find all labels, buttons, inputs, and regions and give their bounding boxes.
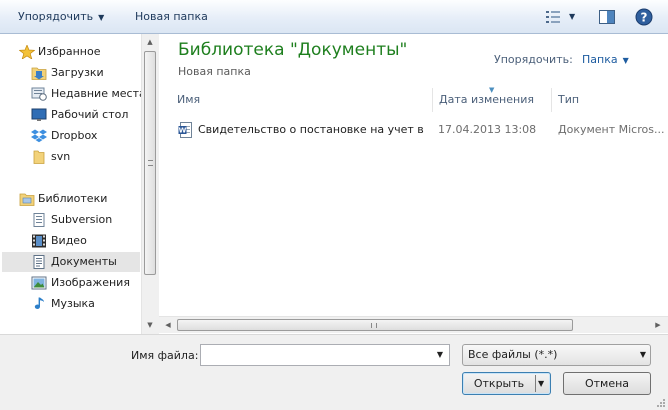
sort-indicator-icon: ▼	[489, 86, 495, 94]
pictures-library-icon	[31, 276, 47, 290]
nav-item-label: Видео	[51, 234, 87, 247]
word-document-icon: W	[178, 122, 192, 138]
arrange-by-dropdown[interactable]: Папка ▼	[582, 53, 629, 66]
nav-libraries-label: Библиотеки	[38, 192, 108, 205]
view-options-icon[interactable]	[544, 8, 562, 26]
library-title: Библиотека "Документы"	[178, 40, 408, 60]
nav-item-video[interactable]: Видео	[0, 231, 140, 251]
library-subtitle: Новая папка	[178, 65, 251, 78]
nav-item-desktop[interactable]: Рабочий стол	[0, 105, 140, 125]
nav-item-label: Музыка	[51, 297, 95, 310]
resize-grip-icon[interactable]	[656, 398, 666, 408]
new-folder-button[interactable]: Новая папка	[135, 8, 208, 26]
libraries-folder-icon	[19, 193, 35, 206]
nav-item-label: Загрузки	[51, 66, 104, 79]
arrange-by-label: Упорядочить:	[494, 53, 573, 66]
open-button-label: Открыть	[473, 377, 525, 390]
nav-item-label: Subversion	[51, 213, 113, 226]
help-icon[interactable]: ?	[635, 8, 653, 26]
hscroll-thumb[interactable]	[177, 319, 573, 331]
desktop-icon	[31, 108, 47, 121]
video-library-icon	[32, 234, 46, 248]
cancel-button[interactable]: Отмена	[563, 372, 651, 395]
nav-item-subversion[interactable]: Subversion	[0, 210, 140, 230]
nav-item-label: Изображения	[51, 276, 130, 289]
organize-label: Упорядочить	[18, 10, 94, 23]
chevron-down-icon: ▼	[622, 56, 629, 65]
column-header-name[interactable]: Имя	[177, 88, 431, 112]
scroll-right-icon[interactable]: ▶	[650, 317, 666, 333]
filename-label: Имя файла:	[131, 349, 199, 362]
file-row[interactable]: W Свидетельство о постановке на учет в .…	[176, 120, 666, 140]
file-type-filter-value: Все файлы (*.*)	[468, 348, 558, 361]
nav-item-recent-places[interactable]: Недавние места	[0, 84, 146, 104]
column-header-row: Имя Дата изменения Тип ▼	[159, 86, 668, 112]
chevron-down-icon: ▼	[639, 350, 646, 359]
dropbox-icon	[31, 129, 47, 143]
filename-dropdown-icon[interactable]: ▼	[431, 345, 449, 365]
filename-combobox[interactable]: ▼	[200, 344, 450, 366]
nav-item-pictures[interactable]: Изображения	[0, 273, 140, 293]
documents-library-icon	[33, 255, 45, 269]
nav-item-label: Недавние места	[51, 87, 146, 100]
chevron-down-icon: ▼	[98, 13, 105, 22]
file-list-hscrollbar[interactable]: ◀ ▶	[159, 316, 668, 333]
open-options-dropdown-icon[interactable]: ▼	[538, 373, 544, 394]
filename-input[interactable]	[201, 345, 427, 365]
svg-text:?: ?	[641, 11, 648, 25]
scroll-left-icon[interactable]: ◀	[160, 317, 176, 333]
star-icon	[19, 45, 35, 59]
preview-pane-icon[interactable]	[598, 8, 616, 26]
dialog-footer: Имя файла: ▼ Все файлы (*.*) ▼ Открыть ▼…	[0, 334, 668, 410]
file-type-filter[interactable]: Все файлы (*.*) ▼	[462, 344, 651, 366]
music-library-icon	[34, 297, 44, 309]
scroll-down-icon[interactable]: ▼	[142, 317, 158, 333]
nav-libraries[interactable]: Библиотеки	[0, 189, 140, 209]
grip-icon	[371, 323, 377, 328]
nav-item-label: Документы	[51, 255, 117, 268]
file-name: Свидетельство о постановке на учет в ...	[198, 123, 424, 136]
nav-item-label: Dropbox	[51, 129, 98, 142]
svg-text:W: W	[179, 127, 187, 135]
nav-scroll-thumb[interactable]	[144, 51, 156, 275]
navigation-pane: Избранное Загрузки Недавние места Рабочи…	[0, 34, 158, 334]
organize-button[interactable]: Упорядочить ▼	[18, 8, 104, 26]
nav-item-music[interactable]: Музыка	[0, 294, 140, 314]
nav-item-documents[interactable]: Документы	[2, 252, 140, 272]
split-divider	[535, 375, 536, 392]
nav-item-dropbox[interactable]: Dropbox	[0, 126, 140, 146]
nav-item-label: Рабочий стол	[51, 108, 129, 121]
nav-item-label: svn	[51, 150, 71, 163]
nav-item-svn[interactable]: svn	[0, 147, 140, 167]
downloads-folder-icon	[31, 67, 47, 80]
open-button[interactable]: Открыть ▼	[462, 372, 551, 395]
arrange-by-value: Папка	[582, 53, 618, 66]
file-date: 17.04.2013 13:08	[438, 123, 537, 136]
nav-favorites[interactable]: Избранное	[0, 42, 140, 62]
recent-places-icon	[31, 87, 47, 101]
scroll-up-icon[interactable]: ▲	[142, 34, 158, 50]
document-library-icon	[33, 213, 45, 227]
column-header-type[interactable]: Тип	[551, 88, 668, 112]
nav-favorites-label: Избранное	[38, 45, 101, 58]
view-dropdown-icon[interactable]: ▼	[569, 8, 579, 26]
nav-item-downloads[interactable]: Загрузки	[0, 63, 140, 83]
grip-icon	[148, 160, 153, 166]
file-list-pane: Библиотека "Документы" Новая папка Упоря…	[159, 34, 668, 334]
file-type: Документ Micros...	[558, 123, 665, 136]
command-bar: Упорядочить ▼ Новая папка ▼ ?	[0, 0, 668, 34]
nav-scrollbar[interactable]: ▲ ▼	[141, 34, 158, 334]
folder-icon	[33, 150, 45, 164]
